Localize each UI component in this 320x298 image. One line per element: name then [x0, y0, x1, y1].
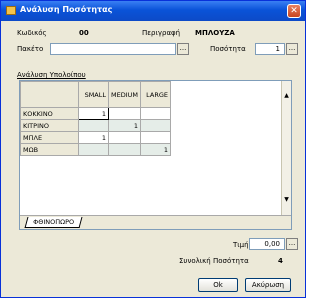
grid-cell[interactable]: 1 — [78, 131, 109, 144]
quantity-value: 1 — [275, 45, 280, 53]
row-header-yellow: ΚΙΤΡΙΝΟ — [20, 119, 79, 132]
sheet-tab-label: ΦΘΙΝΟΠΩΡΟ — [33, 218, 75, 226]
sheet-tab-autumn[interactable]: ΦΘΙΝΟΠΩΡΟ — [24, 217, 83, 228]
package-label: Πακέτο — [17, 45, 44, 53]
table-row: ΚΟΚΚΙΝΟ 1 — [20, 107, 172, 120]
scroll-up-icon[interactable]: ▲ — [282, 91, 291, 101]
price-lookup-button[interactable]: ... — [286, 238, 298, 250]
cancel-button[interactable]: Ακύρωση — [245, 278, 291, 292]
column-header-large: LARGE — [140, 81, 172, 108]
grid-cell[interactable] — [107, 131, 142, 144]
scroll-down-icon[interactable]: ▼ — [282, 195, 291, 205]
vertical-scrollbar[interactable]: ▲ ▼ — [281, 81, 291, 216]
row-header-blue: ΜΠΛΕ — [20, 131, 79, 144]
column-header-small: SMALL — [78, 81, 109, 108]
description-label: Περιγραφή — [142, 29, 181, 37]
app-icon — [6, 6, 16, 15]
grid-cell[interactable] — [140, 131, 172, 144]
grid-cell[interactable]: 1 — [140, 143, 172, 156]
price-field[interactable]: 0,00 — [249, 238, 285, 250]
grid-cell[interactable] — [107, 143, 142, 156]
breakdown-group-label[interactable]: Ανάλυση Υπολοίπου — [17, 71, 86, 79]
table-row: ΜΩΒ 1 — [20, 143, 172, 156]
total-quantity-value: 4 — [278, 257, 283, 265]
window-title: Ανάλυση Ποσότητας — [20, 5, 113, 14]
grid-corner — [20, 81, 79, 108]
package-field[interactable] — [50, 43, 176, 55]
column-header-medium: MEDIUM — [107, 81, 142, 108]
ok-button[interactable]: Ok — [198, 278, 238, 292]
quantity-lookup-button[interactable]: ... — [286, 43, 298, 55]
grid-cell[interactable]: 1 — [78, 107, 109, 120]
code-value: 00 — [79, 29, 89, 37]
grid-cell[interactable] — [140, 119, 172, 132]
table-row: ΚΙΤΡΙΝΟ 1 — [20, 119, 172, 132]
total-quantity-label: Συνολική Ποσότητα — [179, 257, 249, 265]
quantity-table: SMALL MEDIUM LARGE ΚΟΚΚΙΝΟ 1 ΚΙΤΡΙΝΟ 1 Μ… — [20, 81, 172, 156]
quantity-field[interactable]: 1 — [255, 43, 285, 55]
grid-cell[interactable] — [78, 143, 109, 156]
grid-cell[interactable]: 1 — [107, 119, 142, 132]
close-button[interactable]: ✕ — [287, 4, 301, 18]
table-row: ΜΠΛΕ 1 — [20, 131, 172, 144]
dialog-window: Ανάλυση Ποσότητας ✕ Κωδικός 00 Περιγραφή… — [0, 0, 306, 298]
code-label: Κωδικός — [17, 29, 47, 37]
package-lookup-button[interactable]: ... — [177, 43, 189, 55]
quantity-label: Ποσότητα — [210, 45, 246, 53]
grid-cell[interactable] — [140, 107, 172, 120]
grid-cell[interactable] — [78, 119, 109, 132]
price-label: Τιμή — [233, 241, 249, 249]
title-bar[interactable]: Ανάλυση Ποσότητας ✕ — [1, 1, 305, 21]
breakdown-grid: SMALL MEDIUM LARGE ΚΟΚΚΙΝΟ 1 ΚΙΤΡΙΝΟ 1 Μ… — [19, 80, 292, 230]
grid-cell[interactable] — [107, 107, 142, 120]
row-header-purple: ΜΩΒ — [20, 143, 79, 156]
description-value: ΜΠΛΟΥΖΑ — [195, 29, 235, 37]
sheet-tabstrip: ΦΘΙΝΟΠΩΡΟ — [20, 215, 291, 229]
price-value: 0,00 — [264, 240, 280, 248]
row-header-red: ΚΟΚΚΙΝΟ — [20, 107, 79, 120]
